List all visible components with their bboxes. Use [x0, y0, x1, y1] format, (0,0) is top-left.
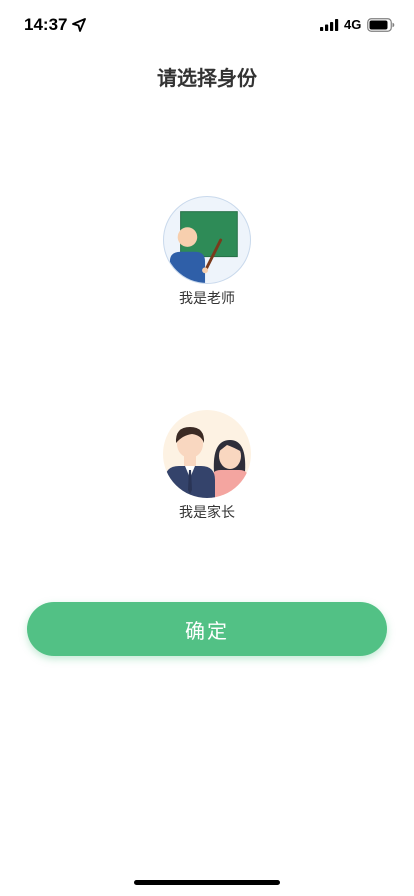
page-title: 请选择身份 [157, 66, 257, 90]
cellular-signal-icon [320, 19, 339, 31]
location-arrow-icon [72, 18, 86, 32]
battery-icon [367, 18, 395, 32]
role-option-teacher[interactable]: 我是老师 [132, 196, 282, 316]
parent-avatar-icon[interactable] [163, 410, 251, 498]
role-label-parent: 我是家长 [179, 505, 235, 521]
home-indicator [134, 880, 280, 885]
status-time: 14:37 [24, 15, 68, 34]
confirm-button[interactable]: 确定 [27, 602, 387, 656]
status-bar: 14:37 4G [0, 0, 414, 50]
role-label-teacher: 我是老师 [179, 291, 235, 307]
role-option-parent[interactable]: 我是家长 [132, 410, 282, 530]
network-label: 4G [344, 17, 362, 32]
teacher-avatar-icon[interactable] [163, 196, 251, 284]
